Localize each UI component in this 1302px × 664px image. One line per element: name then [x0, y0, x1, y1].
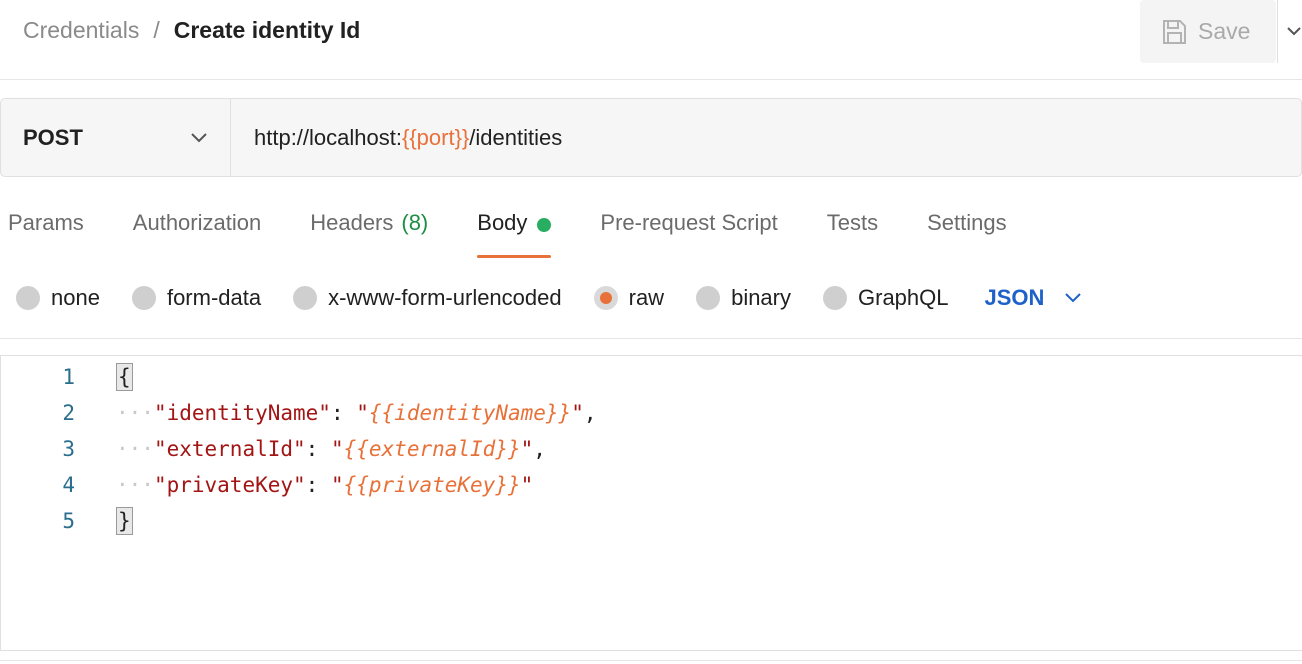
code-text: }: [116, 507, 133, 535]
breadcrumb-collection[interactable]: Credentials: [23, 17, 139, 44]
open-brace: {: [116, 363, 133, 391]
json-key: "privateKey": [153, 473, 306, 497]
url-suffix: /identities: [469, 124, 563, 150]
line-number: 4: [62, 473, 75, 497]
code-line: 2 ···"identityName": "{{identityName}}",: [1, 395, 596, 431]
radio-button-selected[interactable]: [593, 286, 618, 310]
url-input[interactable]: http://localhost: {{port}}/identities: [231, 99, 562, 176]
body-type-graphql[interactable]: GraphQL: [823, 285, 949, 311]
line-number: 3: [62, 437, 75, 461]
code-line: 1 {: [1, 359, 133, 395]
json-key: "identityName": [153, 401, 331, 425]
line-number: 1: [62, 365, 75, 389]
request-title[interactable]: Create identity Id: [174, 17, 361, 44]
divider: [0, 338, 1302, 339]
method-label: POST: [23, 124, 83, 150]
breadcrumb-separator: /: [153, 17, 160, 43]
body-type-label: none: [51, 285, 100, 310]
tab-params-label: Params: [8, 210, 84, 235]
format-select[interactable]: JSON: [985, 285, 1083, 311]
breadcrumb: Credentials / Create identity Id: [23, 17, 360, 44]
json-comma: ,: [583, 401, 597, 425]
radio-button[interactable]: [696, 286, 721, 310]
json-key: "externalId": [153, 437, 306, 461]
body-type-form-data[interactable]: form-data: [131, 285, 262, 311]
json-value: {{externalId}}: [343, 437, 521, 461]
code-text: ···"externalId": "{{externalId}}",: [116, 437, 546, 461]
save-icon: [1163, 19, 1186, 44]
line-number: 2: [62, 401, 75, 425]
tab-tests[interactable]: Tests: [827, 210, 878, 258]
chevron-down-icon: [1287, 27, 1301, 36]
tab-settings[interactable]: Settings: [927, 210, 1007, 258]
code-line: 4 ···"privateKey": "{{privateKey}}": [1, 467, 533, 503]
divider: [0, 660, 1302, 661]
save-divider: [1277, 0, 1278, 63]
save-button[interactable]: Save: [1140, 0, 1276, 63]
format-label: JSON: [984, 285, 1045, 310]
radio-button[interactable]: [131, 286, 156, 310]
body-type-label: GraphQL: [858, 285, 949, 310]
code-line: 3 ···"externalId": "{{externalId}}",: [1, 431, 546, 467]
code-text: ···"identityName": "{{identityName}}",: [116, 401, 597, 425]
json-value: {{privateKey}}: [343, 473, 521, 497]
url-variable: {{port}}: [401, 124, 470, 150]
close-brace: }: [116, 507, 133, 535]
url-bar: POST http://localhost: {{port}}/identitie…: [0, 98, 1302, 177]
indent-guide: ···: [116, 437, 154, 461]
line-number: 5: [62, 509, 75, 533]
url-prefix: http://localhost:: [254, 124, 402, 150]
tab-settings-label: Settings: [927, 210, 1007, 235]
body-type-label: binary: [731, 285, 791, 310]
body-type-urlencoded[interactable]: x-www-form-urlencoded: [293, 285, 562, 311]
tab-params[interactable]: Params: [8, 210, 84, 258]
json-value: {{identityName}}: [368, 401, 572, 425]
tab-headers-label: Headers: [310, 210, 394, 235]
body-type-binary[interactable]: binary: [696, 285, 791, 311]
body-type-label: form-data: [166, 285, 262, 310]
body-type-selector: none form-data x-www-form-urlencoded raw…: [16, 283, 1082, 313]
body-type-label: raw: [628, 285, 665, 310]
tab-body-label: Body: [477, 210, 528, 235]
radio-button[interactable]: [293, 286, 318, 310]
chevron-down-icon: [1065, 293, 1082, 303]
tab-headers[interactable]: Headers (8): [310, 210, 428, 258]
body-indicator-dot: [537, 218, 552, 232]
headers-count: (8): [401, 210, 429, 235]
tab-body[interactable]: Body: [477, 210, 552, 258]
json-comma: ,: [533, 437, 546, 461]
tab-authorization[interactable]: Authorization: [133, 210, 261, 258]
body-editor[interactable]: 1 { 2 ···"identityName": "{{identityName…: [0, 355, 1302, 651]
code-text: {: [116, 363, 133, 391]
tab-pre-request-script-label: Pre-request Script: [600, 210, 778, 235]
save-label: Save: [1198, 18, 1251, 44]
body-type-none[interactable]: none: [16, 285, 100, 311]
save-options-button[interactable]: [1286, 22, 1302, 47]
radio-button[interactable]: [823, 286, 847, 310]
body-type-raw[interactable]: raw: [593, 285, 665, 311]
indent-guide: ···: [116, 473, 154, 497]
tab-authorization-label: Authorization: [132, 210, 262, 235]
chevron-down-icon: [191, 132, 207, 142]
code-line: 5 }: [1, 503, 133, 539]
indent-guide: ···: [116, 401, 154, 425]
code-text: ···"privateKey": "{{privateKey}}": [116, 473, 534, 497]
body-type-label: x-www-form-urlencoded: [328, 285, 562, 310]
radio-button[interactable]: [16, 286, 40, 310]
method-select[interactable]: POST: [1, 99, 231, 176]
request-header: Credentials / Create identity Id Save: [0, 0, 1302, 80]
request-tabs: Params Authorization Headers (8) Body Pre…: [8, 210, 1056, 258]
tab-tests-label: Tests: [826, 210, 879, 235]
tab-pre-request-script[interactable]: Pre-request Script: [600, 210, 777, 258]
